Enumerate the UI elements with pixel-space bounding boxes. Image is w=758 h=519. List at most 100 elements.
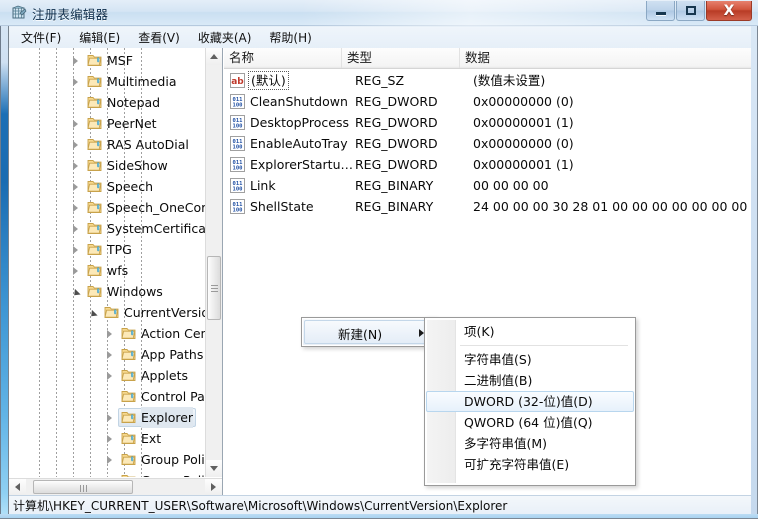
- tree-expander-closed-icon[interactable]: [104, 470, 115, 477]
- tree-item[interactable]: Speech: [9, 176, 206, 197]
- tree-expander-open-icon[interactable]: [87, 302, 98, 323]
- column-header-type[interactable]: 类型: [342, 48, 460, 68]
- close-button[interactable]: X: [706, 1, 752, 21]
- tree-expander-closed-icon[interactable]: [104, 428, 115, 449]
- menu-file[interactable]: 文件(F): [12, 27, 70, 48]
- tree-item-label: Applets: [141, 368, 188, 383]
- submenu-item[interactable]: QWORD (64 位)值(Q): [426, 412, 634, 433]
- tree-item[interactable]: Multimedia: [9, 71, 206, 92]
- tree-expander-closed-icon[interactable]: [104, 407, 115, 428]
- tree-expander-closed-icon[interactable]: [70, 176, 81, 197]
- tree-item[interactable]: TPG: [9, 239, 206, 260]
- folder-icon: [121, 473, 137, 477]
- registry-tree-panel[interactable]: MSF Multimedia Notepad PeerNet RAS AutoDial S…: [9, 48, 223, 495]
- tree-item[interactable]: Explorer: [9, 407, 206, 428]
- tree-item[interactable]: Group Policy: [9, 449, 206, 470]
- tree-expander-closed-icon[interactable]: [70, 113, 81, 134]
- maximize-button[interactable]: [676, 1, 705, 21]
- column-header-name[interactable]: 名称: [224, 48, 342, 68]
- tree-expander-closed-icon[interactable]: [70, 218, 81, 239]
- tree-item-label: PeerNet: [107, 116, 157, 131]
- context-menu-item-new[interactable]: 新建(N): [338, 324, 382, 343]
- value-name: Link: [250, 178, 276, 193]
- tree-expander-open-icon[interactable]: [70, 281, 81, 302]
- tree-item[interactable]: Action Center: [9, 323, 206, 344]
- values-column-headers: 名称 类型 数据: [224, 48, 751, 69]
- tree-item[interactable]: wfs: [9, 260, 206, 281]
- context-menu-new-submenu[interactable]: 项(K) 字符串值(S) 二进制值(B) DWORD (32-位)值(D) QWORD …: [424, 317, 636, 486]
- value-row[interactable]: 011 100 ShellState REG_BINARY 24 00 00 00 30…: [224, 196, 751, 217]
- tree-scroll-thumb[interactable]: [207, 256, 221, 320]
- menu-edit[interactable]: 编辑(E): [70, 27, 129, 48]
- tree-item[interactable]: Group Policy 2: [9, 470, 206, 477]
- value-row[interactable]: 011 100 CleanShutdown REG_DWORD 0x00000000 (…: [224, 91, 751, 112]
- tree-item[interactable]: SideShow: [9, 155, 206, 176]
- folder-icon: [121, 431, 137, 445]
- tree-expander-closed-icon[interactable]: [70, 260, 81, 281]
- submenu-item[interactable]: 二进制值(B): [426, 370, 634, 391]
- binary-value-icon: 011 100: [230, 199, 245, 214]
- tree-item[interactable]: Control Panel: [9, 386, 206, 407]
- tree-expander-closed-icon[interactable]: [70, 134, 81, 155]
- tree-expander-closed-icon[interactable]: [70, 155, 81, 176]
- tree-item[interactable]: CurrentVersion: [9, 302, 206, 323]
- tree-vertical-scrollbar[interactable]: [205, 48, 222, 477]
- scroll-left-button[interactable]: [9, 479, 26, 495]
- value-row[interactable]: 011 100 EnableAutoTray REG_DWORD 0x00000000 …: [224, 133, 751, 154]
- svg-text:ab: ab: [231, 77, 244, 87]
- triangle-icon: [73, 140, 78, 149]
- tree-item[interactable]: Speech_OneCore: [9, 197, 206, 218]
- tree-expander-closed-icon[interactable]: [70, 197, 81, 218]
- context-menu-new[interactable]: 新建(N): [301, 317, 436, 347]
- scroll-right-button[interactable]: [205, 479, 222, 495]
- tree-expander-closed-icon[interactable]: [104, 365, 115, 386]
- tree-item[interactable]: PeerNet: [9, 113, 206, 134]
- tree-item[interactable]: App Paths: [9, 344, 206, 365]
- tree-item[interactable]: Ext: [9, 428, 206, 449]
- value-row[interactable]: 011 100 Link REG_BINARY 00 00 00 00: [224, 175, 751, 196]
- scroll-down-button[interactable]: [206, 460, 222, 477]
- tree-hscroll-thumb[interactable]: [33, 480, 133, 494]
- value-type: REG_DWORD: [355, 136, 438, 151]
- tree-item[interactable]: Windows: [9, 281, 206, 302]
- submenu-item[interactable]: DWORD (32-位)值(D): [426, 391, 634, 412]
- chevron-up-icon: [210, 54, 218, 59]
- triangle-icon: [73, 77, 78, 86]
- scroll-up-button[interactable]: [206, 48, 222, 65]
- submenu-item[interactable]: 多字符串值(M): [426, 433, 634, 454]
- tree-expander-closed-icon[interactable]: [104, 449, 115, 470]
- tree-item[interactable]: SystemCertificates: [9, 218, 206, 239]
- tree-viewport: MSF Multimedia Notepad PeerNet RAS AutoDial S…: [9, 48, 206, 477]
- submenu-item[interactable]: 可扩充字符串值(E): [426, 454, 634, 475]
- tree-expander-closed-icon[interactable]: [70, 50, 81, 71]
- folder-icon: [87, 158, 103, 172]
- title-bar[interactable]: 注册表编辑器 X: [0, 0, 758, 26]
- menu-view[interactable]: 查看(V): [129, 27, 189, 48]
- menu-help[interactable]: 帮助(H): [260, 27, 320, 48]
- triangle-icon: [107, 434, 112, 443]
- maximize-icon: [685, 6, 696, 15]
- tree-item[interactable]: Notepad: [9, 92, 206, 113]
- tree-expander-closed-icon[interactable]: [104, 344, 115, 365]
- column-header-data[interactable]: 数据: [460, 48, 751, 68]
- submenu-item[interactable]: 字符串值(S): [426, 349, 634, 370]
- tree-item[interactable]: RAS AutoDial: [9, 134, 206, 155]
- tree-item-label: Speech_OneCore: [107, 200, 206, 215]
- menu-favorites[interactable]: 收藏夹(A): [189, 27, 261, 48]
- folder-icon: [87, 200, 103, 214]
- value-row[interactable]: 011 100 DesktopProcess REG_DWORD 0x00000001 …: [224, 112, 751, 133]
- tree-horizontal-scrollbar[interactable]: [9, 478, 222, 495]
- tree-item-label: TPG: [107, 242, 132, 257]
- tree-expander-closed-icon[interactable]: [104, 323, 115, 344]
- minimize-button[interactable]: [646, 1, 675, 21]
- value-name: ExplorerStartu…: [250, 157, 354, 172]
- value-row[interactable]: ab (默认) REG_SZ (数值未设置): [224, 70, 751, 91]
- string-value-icon: ab: [230, 73, 245, 88]
- window-bottom-border: [0, 514, 758, 519]
- tree-expander-closed-icon[interactable]: [70, 239, 81, 260]
- tree-item[interactable]: Applets: [9, 365, 206, 386]
- tree-expander-closed-icon[interactable]: [70, 71, 81, 92]
- submenu-item[interactable]: 项(K): [426, 321, 634, 342]
- tree-item[interactable]: MSF: [9, 50, 206, 71]
- value-row[interactable]: 011 100 ExplorerStartu… REG_DWORD 0x00000001…: [224, 154, 751, 175]
